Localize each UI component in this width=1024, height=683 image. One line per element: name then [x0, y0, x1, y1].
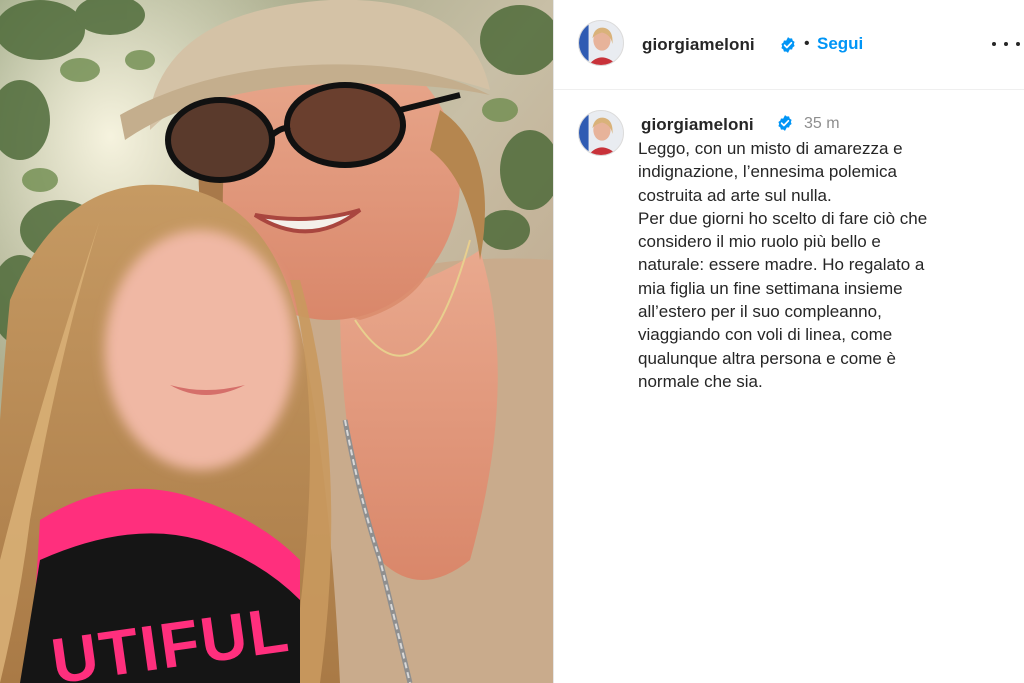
avatar[interactable] [578, 20, 624, 66]
header-username[interactable]: giorgiameloni [642, 35, 755, 55]
post-header: giorgiameloni • Segui [554, 0, 1024, 90]
verified-badge-icon [778, 115, 792, 131]
post-timestamp[interactable]: 35 m [804, 115, 840, 133]
post-caption-section: giorgiameloni 35 m Leggo, con un misto d… [554, 90, 1024, 683]
caption-username[interactable]: giorgiameloni [641, 115, 754, 135]
post-panel: giorgiameloni • Segui giorgiameloni 35 m [554, 0, 1024, 683]
photo-illustration: UTIFUL [0, 0, 553, 683]
separator-dot: • [804, 35, 810, 52]
verified-badge-icon [781, 37, 795, 53]
avatar-image [579, 21, 623, 65]
post-photo[interactable]: UTIFUL [0, 0, 553, 683]
follow-button[interactable]: Segui [817, 34, 863, 54]
caption-avatar[interactable] [578, 110, 624, 156]
avatar-image [579, 111, 623, 155]
post-caption-text: Leggo, con un misto di amarezza e indign… [638, 139, 928, 391]
more-options-icon[interactable] [992, 33, 1020, 55]
